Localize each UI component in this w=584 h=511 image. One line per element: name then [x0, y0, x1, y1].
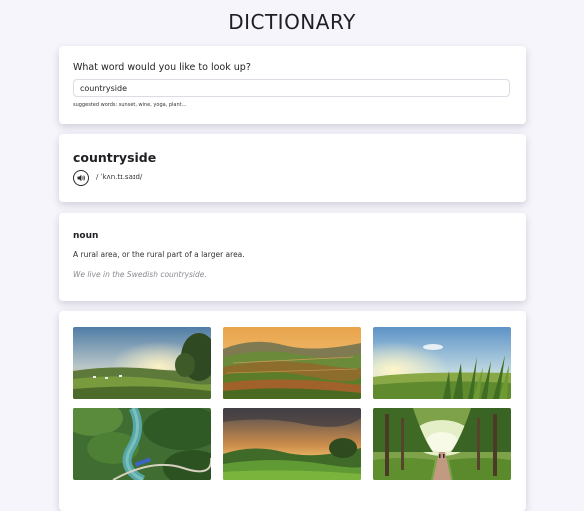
word-card: countryside / ˈkʌn.tɪ.saɪd/	[59, 134, 526, 202]
search-card: What word would you like to look up? sug…	[59, 46, 526, 124]
example-sentence: We live in the Swedish countryside.	[73, 270, 207, 279]
meaning-card: noun A rural area, or the rural part of …	[59, 213, 526, 301]
headword: countryside	[73, 150, 157, 165]
photo-sunlit-grass[interactable]	[373, 327, 511, 399]
photo-tree-lined-road[interactable]	[373, 408, 511, 480]
search-suggestions: suggested words: sunset, wine, yoga, pla…	[73, 102, 187, 108]
photo-gallery	[59, 311, 526, 511]
part-of-speech: noun	[73, 231, 99, 241]
search-question: What word would you like to look up?	[73, 62, 251, 73]
photo-river-valley-aerial[interactable]	[73, 408, 211, 480]
play-audio-button[interactable]	[73, 170, 89, 186]
photo-pasture-at-sunset[interactable]	[73, 327, 211, 399]
photo-green-hills-sunset[interactable]	[223, 408, 361, 480]
page-title: DICTIONARY	[228, 10, 356, 34]
search-input[interactable]	[73, 79, 510, 97]
speaker-icon	[77, 174, 85, 182]
phonetic-text: / ˈkʌn.tɪ.saɪd/	[96, 173, 143, 181]
photo-terraced-hills[interactable]	[223, 327, 361, 399]
definition-text: A rural area, or the rural part of a lar…	[73, 250, 245, 259]
